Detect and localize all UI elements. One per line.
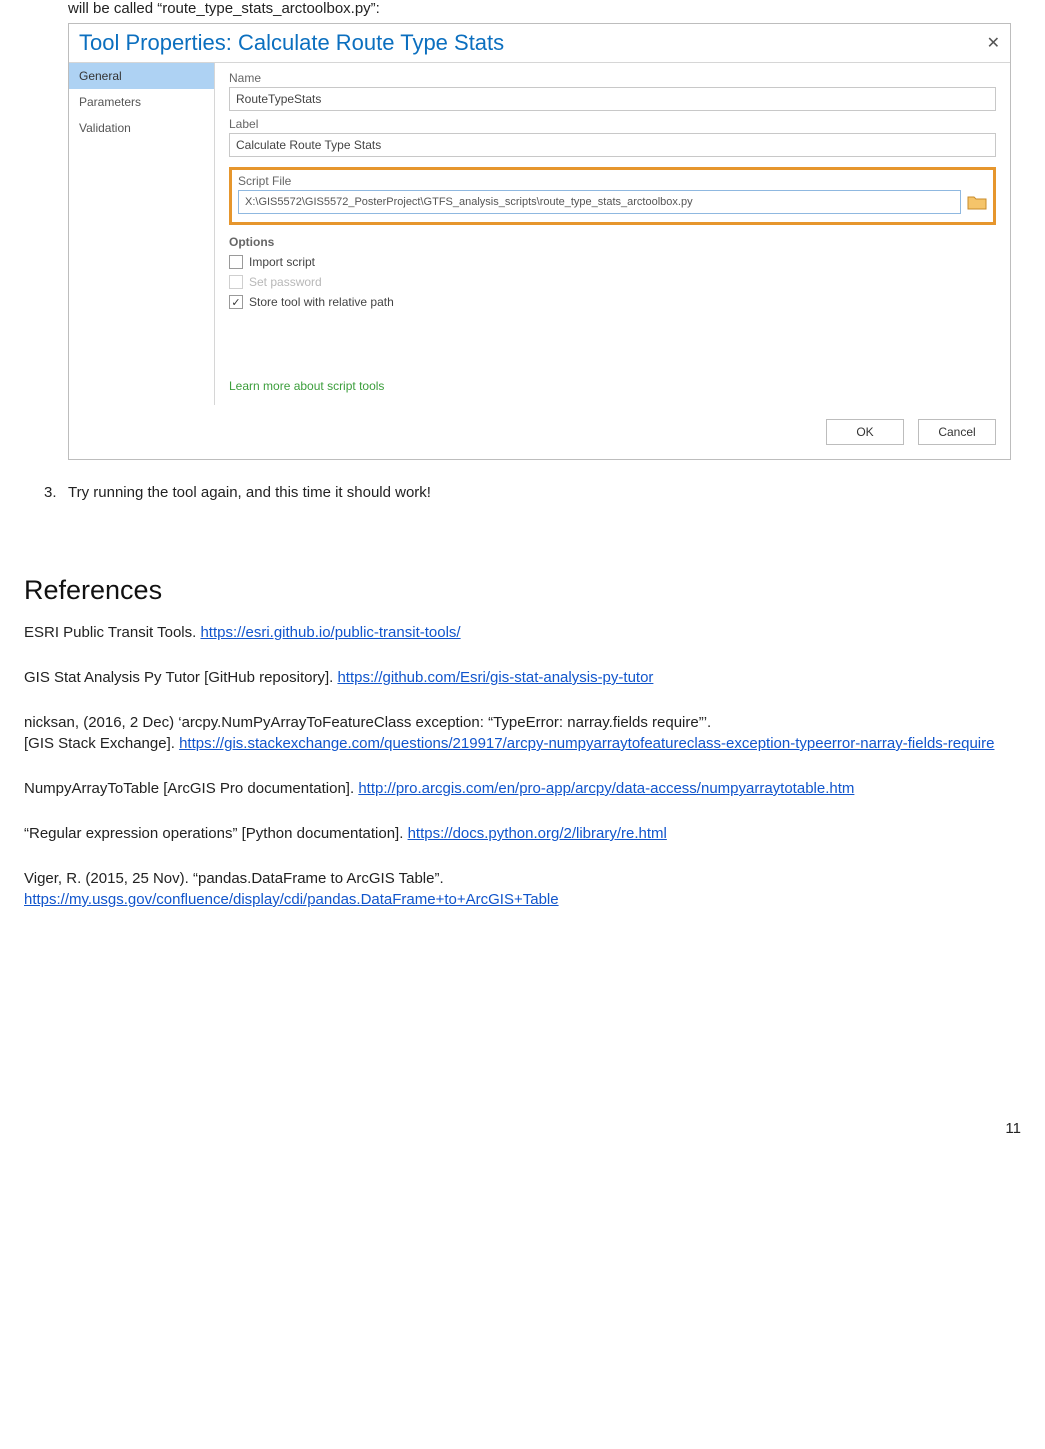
- step-text: Try running the tool again, and this tim…: [68, 484, 431, 501]
- intro-text: will be called “route_type_stats_arctool…: [68, 0, 1021, 17]
- name-input[interactable]: RouteTypeStats: [229, 87, 996, 111]
- step-3: 3. Try running the tool again, and this …: [44, 484, 1021, 501]
- learn-more-link[interactable]: Learn more about script tools: [229, 379, 996, 393]
- dialog-main-panel: Name RouteTypeStats Label Calculate Rout…: [215, 62, 1010, 405]
- options-header: Options: [229, 235, 996, 249]
- ref-1: ESRI Public Transit Tools. https://esri.…: [24, 622, 1021, 643]
- store-relative-label: Store tool with relative path: [249, 295, 394, 309]
- step-number: 3.: [44, 484, 68, 501]
- ref-4-link[interactable]: http://pro.arcgis.com/en/pro-app/arcpy/d…: [358, 780, 854, 797]
- label-input[interactable]: Calculate Route Type Stats: [229, 133, 996, 157]
- ref-1-link[interactable]: https://esri.github.io/public-transit-to…: [200, 624, 460, 641]
- tool-properties-dialog: Tool Properties: Calculate Route Type St…: [68, 23, 1011, 460]
- script-file-label: Script File: [238, 174, 987, 188]
- ref-6-link[interactable]: https://my.usgs.gov/confluence/display/c…: [24, 891, 559, 908]
- set-password-label: Set password: [249, 275, 322, 289]
- ref-5: “Regular expression operations” [Python …: [24, 823, 1021, 844]
- ref-3: nicksan, (2016, 2 Dec) ‘arcpy.NumPyArray…: [24, 712, 1021, 754]
- dialog-title: Tool Properties: Calculate Route Type St…: [79, 30, 987, 56]
- ref-5-link[interactable]: https://docs.python.org/2/library/re.htm…: [408, 825, 667, 842]
- ref-2-text: GIS Stat Analysis Py Tutor [GitHub repos…: [24, 669, 337, 686]
- ref-6-text: Viger, R. (2015, 25 Nov). “pandas.DataFr…: [24, 870, 444, 887]
- ref-3-text-line1: nicksan, (2016, 2 Dec) ‘arcpy.NumPyArray…: [24, 714, 711, 731]
- store-relative-checkbox[interactable]: ✓Store tool with relative path: [229, 295, 996, 309]
- set-password-checkbox: Set password: [229, 275, 996, 289]
- name-label: Name: [229, 71, 996, 85]
- script-file-highlight: Script File X:\GIS5572\GIS5572_PosterPro…: [229, 167, 996, 225]
- ref-6: Viger, R. (2015, 25 Nov). “pandas.DataFr…: [24, 868, 1021, 910]
- label-label: Label: [229, 117, 996, 131]
- ref-2: GIS Stat Analysis Py Tutor [GitHub repos…: [24, 667, 1021, 688]
- dialog-title-bar: Tool Properties: Calculate Route Type St…: [69, 24, 1010, 62]
- ok-button[interactable]: OK: [826, 419, 904, 445]
- references-heading: References: [24, 575, 1021, 606]
- ref-4: NumpyArrayToTable [ArcGIS Pro documentat…: [24, 778, 1021, 799]
- browse-folder-icon[interactable]: [967, 193, 987, 211]
- script-file-input[interactable]: X:\GIS5572\GIS5572_PosterProject\GTFS_an…: [238, 190, 961, 214]
- ref-4-text: NumpyArrayToTable [ArcGIS Pro documentat…: [24, 780, 358, 797]
- sidebar-item-general[interactable]: General: [69, 63, 214, 89]
- page-number: 11: [24, 1120, 1021, 1137]
- ref-3-link[interactable]: https://gis.stackexchange.com/questions/…: [179, 735, 994, 752]
- cancel-button[interactable]: Cancel: [918, 419, 996, 445]
- close-icon[interactable]: ✕: [987, 33, 1000, 53]
- ref-5-text: “Regular expression operations” [Python …: [24, 825, 408, 842]
- sidebar-item-parameters[interactable]: Parameters: [69, 89, 214, 115]
- import-script-checkbox[interactable]: Import script: [229, 255, 996, 269]
- ref-1-text: ESRI Public Transit Tools.: [24, 624, 200, 641]
- dialog-footer: OK Cancel: [69, 405, 1010, 459]
- sidebar-item-validation[interactable]: Validation: [69, 115, 214, 141]
- import-script-label: Import script: [249, 255, 315, 269]
- ref-3-text-line2: [GIS Stack Exchange].: [24, 735, 179, 752]
- dialog-sidebar: General Parameters Validation: [69, 62, 215, 405]
- ref-2-link[interactable]: https://github.com/Esri/gis-stat-analysi…: [337, 669, 653, 686]
